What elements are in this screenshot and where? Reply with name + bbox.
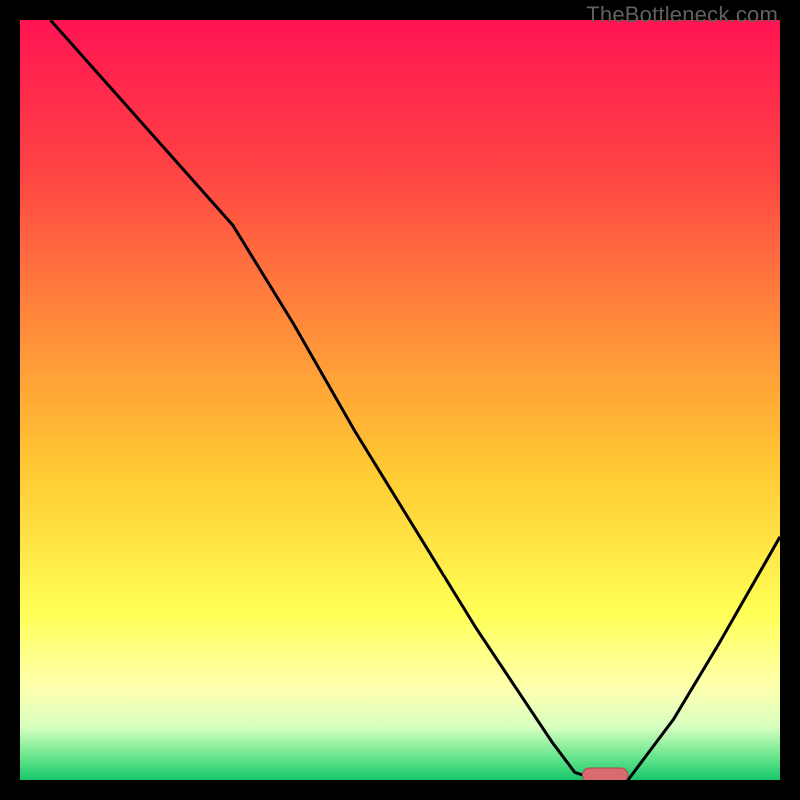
chart-frame: [20, 20, 780, 780]
bottleneck-chart: [20, 20, 780, 780]
watermark-text: TheBottleneck.com: [586, 2, 778, 28]
gradient-background: [20, 20, 780, 780]
optimum-marker: [582, 768, 628, 780]
